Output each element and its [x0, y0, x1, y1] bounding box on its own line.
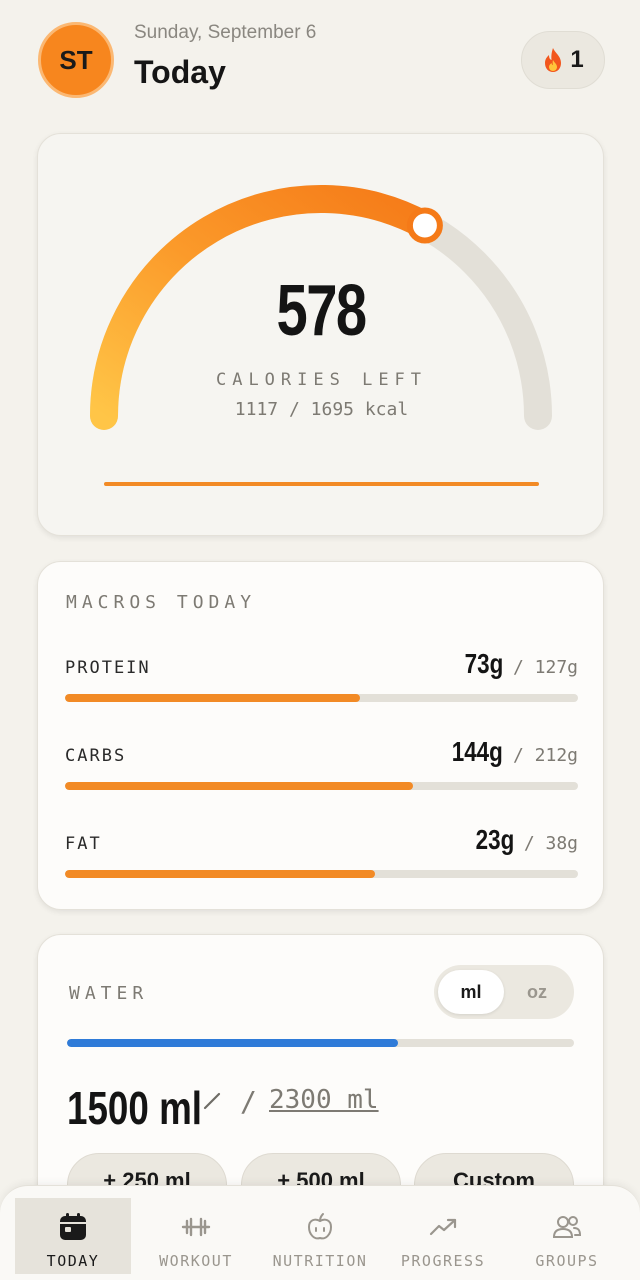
nav-label: WORKOUT	[159, 1252, 233, 1270]
trending-up-icon	[429, 1218, 457, 1236]
streak-badge[interactable]: 1	[521, 31, 605, 89]
unit-toggle[interactable]: ml oz	[434, 965, 574, 1019]
macro-value: 73g	[464, 648, 503, 679]
bottom-nav: TODAY WORKOUT NUTRITION PROGRESS GROUPS	[0, 1185, 640, 1280]
macro-goal: / 212g	[512, 745, 578, 766]
nav-label: PROGRESS	[400, 1252, 486, 1270]
nav-label: NUTRITION	[272, 1252, 368, 1270]
macro-progress-bar	[65, 782, 578, 790]
water-goal[interactable]: 2300 ml	[269, 1085, 379, 1115]
water-separator: /	[240, 1085, 257, 1118]
macros-title: MACROS TODAY	[66, 592, 257, 613]
macro-value: 144g	[451, 736, 503, 767]
date-label: Sunday, September 6	[134, 22, 317, 43]
calendar-icon	[60, 1213, 86, 1240]
calories-summary: 1117 / 1695 kcal	[234, 399, 409, 420]
flame-icon	[545, 48, 562, 72]
header: ST Sunday, September 6 Today 1	[0, 0, 640, 120]
calories-card: 578 CALORIES LEFT 1117 / 1695 kcal	[37, 133, 604, 536]
nav-label: GROUPS	[535, 1252, 599, 1270]
macro-progress-bar	[65, 694, 578, 702]
calories-label: CALORIES LEFT	[215, 370, 428, 390]
avatar[interactable]: ST	[38, 22, 114, 98]
macro-progress-bar	[65, 870, 578, 878]
macro-value: 23g	[475, 824, 514, 855]
nav-item-progress[interactable]: PROGRESS	[385, 1198, 501, 1274]
macros-card: MACROS TODAY PROTEIN 73g / 127g CARBS 14…	[37, 561, 604, 910]
calories-remaining: 578	[276, 271, 368, 351]
water-progress-bar	[67, 1039, 574, 1047]
unit-option-oz[interactable]: oz	[504, 970, 570, 1014]
dumbbell-icon	[181, 1217, 211, 1237]
macro-fat: FAT 23g / 38g	[65, 824, 578, 884]
nav-label: TODAY	[46, 1252, 100, 1270]
macro-goal: / 38g	[523, 833, 578, 854]
water-amount: 1500 ml	[67, 1082, 203, 1134]
nav-item-nutrition[interactable]: NUTRITION	[262, 1198, 378, 1274]
page-title: Today	[134, 54, 226, 90]
users-icon	[552, 1216, 582, 1238]
macro-protein: PROTEIN 73g / 127g	[65, 648, 578, 708]
streak-count: 1	[570, 46, 584, 73]
water-title: WATER	[69, 983, 149, 1004]
nav-item-today[interactable]: TODAY	[15, 1198, 131, 1274]
macro-goal: / 127g	[512, 657, 578, 678]
edit-pencil-icon[interactable]	[202, 1089, 224, 1111]
nav-item-groups[interactable]: GROUPS	[509, 1198, 625, 1274]
macro-name: CARBS	[65, 746, 127, 766]
apple-icon	[307, 1213, 333, 1240]
nav-item-workout[interactable]: WORKOUT	[138, 1198, 254, 1274]
unit-option-ml[interactable]: ml	[438, 970, 504, 1014]
gauge-knob	[406, 207, 443, 244]
macro-name: PROTEIN	[65, 658, 151, 678]
calories-divider	[104, 482, 539, 486]
macro-name: FAT	[65, 834, 102, 854]
macro-carbs: CARBS 144g / 212g	[65, 736, 578, 796]
